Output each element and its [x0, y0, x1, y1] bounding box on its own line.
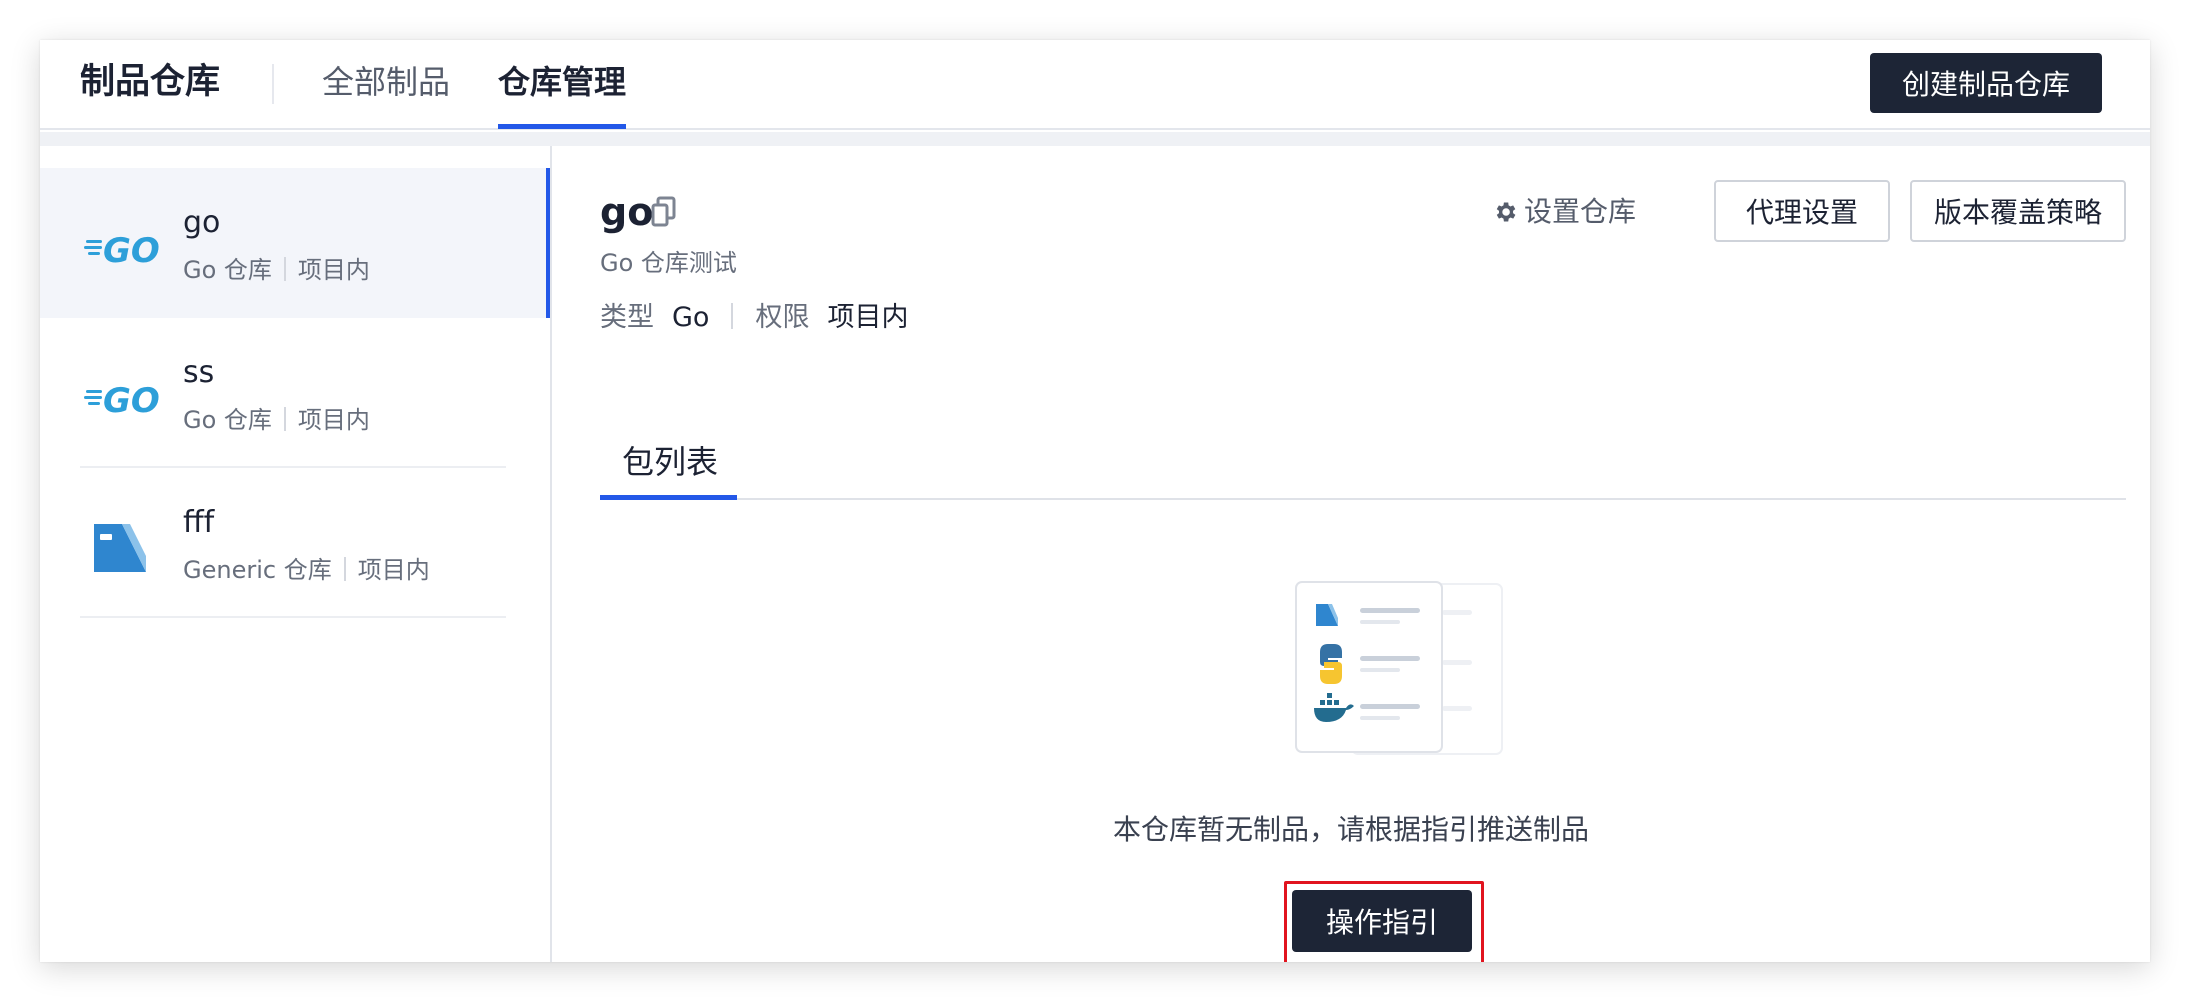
proxy-settings-button[interactable]: 代理设置	[1714, 180, 1890, 242]
repo-scope: 项目内	[357, 556, 430, 584]
sidebar-item-fff[interactable]: fff Generic 仓库 项目内	[40, 468, 550, 618]
sidebar-item-label: ss	[183, 355, 215, 390]
permission-value: 项目内	[827, 302, 909, 333]
repo-meta-row: 类型 Go 权限 项目内	[600, 300, 908, 336]
permission-label: 权限	[755, 302, 810, 333]
sidebar-item-meta: Go 仓库 项目内	[183, 404, 370, 436]
repo-scope: 项目内	[297, 256, 370, 284]
type-label: 类型	[600, 302, 654, 333]
type-value: Go	[672, 302, 710, 333]
empty-state-message: 本仓库暂无制品，请根据指引推送制品	[1112, 813, 1589, 846]
repo-sidebar: GO go Go 仓库 项目内 GO ss Go 仓库 项目内 fff Gene…	[40, 146, 550, 962]
operation-guide-button[interactable]: 操作指引	[1292, 890, 1472, 952]
top-header: 制品仓库 全部制品 仓库管理 创建制品仓库	[40, 40, 2150, 130]
repo-type: Go 仓库	[183, 406, 272, 434]
gear-icon	[1496, 202, 1516, 222]
sidebar-item-label: go	[183, 205, 221, 240]
copy-icon[interactable]	[650, 196, 678, 228]
sidebar-item-label: fff	[183, 505, 215, 540]
app-window: 制品仓库 全部制品 仓库管理 创建制品仓库 GO go Go 仓库 项目内 GO…	[40, 40, 2150, 962]
tab-all-artifacts[interactable]: 全部制品	[322, 60, 450, 104]
repo-detail-panel: go Go 仓库测试 类型 Go 权限 项目内 设置仓库 代理设置 版本覆盖策略 包列…	[552, 146, 2150, 962]
sidebar-item-meta: Go 仓库 项目内	[183, 254, 370, 286]
tab-repo-management[interactable]: 仓库管理	[498, 60, 626, 104]
create-repo-button[interactable]: 创建制品仓库	[1870, 53, 2102, 113]
go-logo-icon: GO	[84, 231, 160, 271]
header-divider	[272, 64, 274, 104]
header-band	[40, 132, 2150, 146]
version-policy-button[interactable]: 版本覆盖策略	[1910, 180, 2126, 242]
active-tab-indicator	[498, 124, 626, 129]
repo-type: Go 仓库	[183, 256, 272, 284]
repo-type: Generic 仓库	[183, 556, 332, 584]
repo-description: Go 仓库测试	[600, 249, 737, 277]
app-title: 制品仓库	[80, 62, 221, 102]
sidebar-item-ss[interactable]: GO ss Go 仓库 项目内	[40, 318, 550, 468]
tab-package-list[interactable]: 包列表	[622, 440, 718, 484]
empty-state-illustration	[1295, 581, 1503, 755]
svg-text:GO: GO	[103, 231, 160, 271]
settings-repo-label: 设置仓库	[1524, 195, 1637, 228]
repo-scope: 项目内	[297, 406, 370, 434]
tab-bar-line	[600, 498, 2126, 500]
settings-repo-link[interactable]: 设置仓库	[1492, 192, 1636, 232]
go-logo-icon: GO	[84, 381, 160, 421]
sidebar-item-meta: Generic 仓库 项目内	[183, 554, 430, 586]
svg-text:GO: GO	[103, 381, 160, 421]
active-tab-indicator	[600, 495, 737, 500]
generic-repo-icon	[94, 524, 146, 572]
repo-title: go	[600, 190, 654, 234]
sidebar-item-go[interactable]: GO go Go 仓库 项目内	[40, 168, 550, 318]
